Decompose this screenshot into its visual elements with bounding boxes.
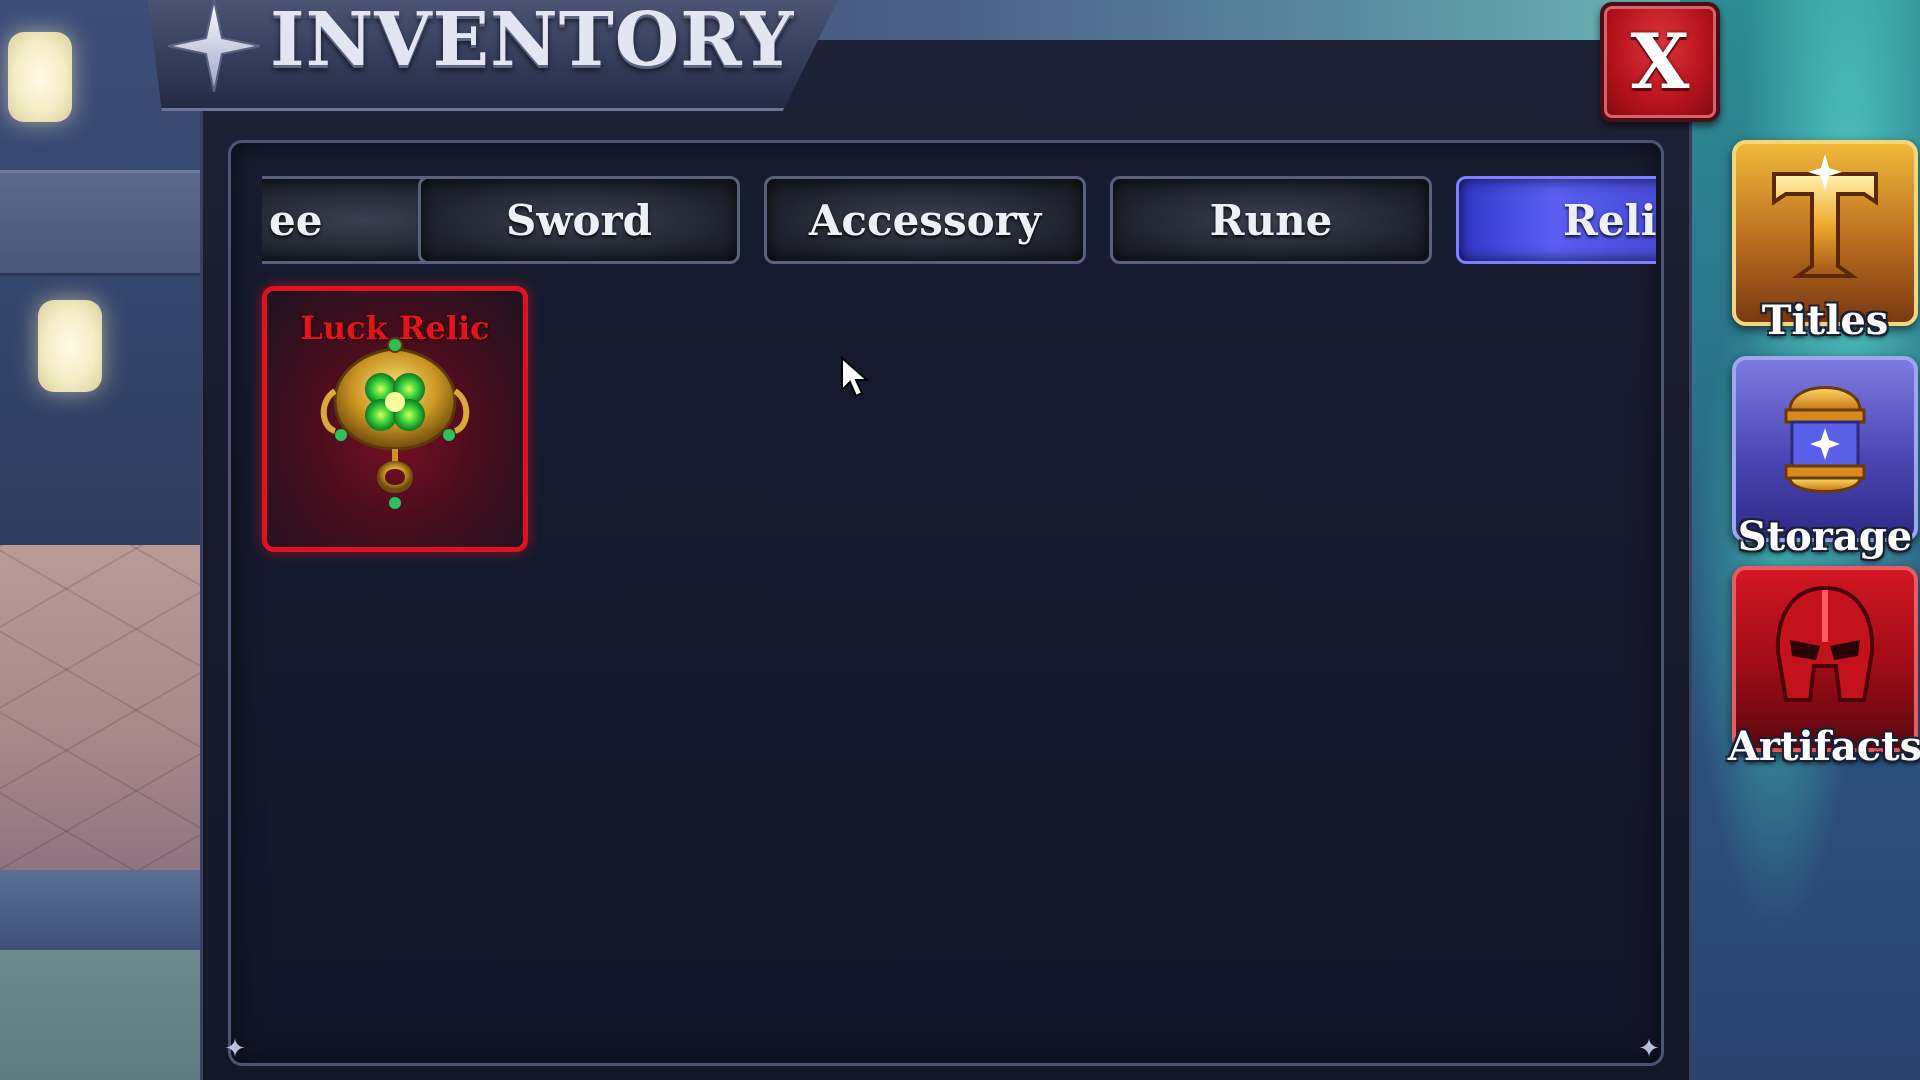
side-label: Storage xyxy=(1737,513,1913,560)
corner-ornament-icon: ✦ xyxy=(224,1034,246,1064)
artifacts-button[interactable]: Artifacts xyxy=(1728,566,1920,770)
close-icon: X xyxy=(1630,17,1690,106)
wall-lamp xyxy=(38,300,102,392)
mouse-cursor-icon xyxy=(841,356,870,398)
page-title: INVENTORY xyxy=(270,0,795,83)
item-name: Luck Relic xyxy=(300,309,490,347)
corner-ornament-icon: ✦ xyxy=(1638,1034,1660,1064)
side-label: Titles xyxy=(1761,297,1889,344)
title-letter-t-icon xyxy=(1772,154,1878,278)
titles-button[interactable]: Titles xyxy=(1732,140,1918,344)
tiled-floor xyxy=(0,545,230,875)
four-point-star-icon xyxy=(168,0,260,92)
storage-capsule-icon xyxy=(1784,386,1866,493)
ground xyxy=(0,950,230,1080)
helmet-icon xyxy=(1775,585,1875,702)
tab-accessory[interactable]: Accessory xyxy=(764,176,1086,264)
tab-label: Rune xyxy=(1209,195,1333,245)
inventory-item-slot[interactable]: Luck Relic xyxy=(262,286,528,552)
wall-ledge xyxy=(0,170,230,276)
tab-label: Relic xyxy=(1563,195,1656,245)
tab-label: ee xyxy=(269,195,323,245)
clover-amulet-icon xyxy=(320,337,470,509)
tab-sword[interactable]: Sword xyxy=(418,176,740,264)
floor-edge xyxy=(0,870,230,950)
tab-label: Accessory xyxy=(808,195,1042,245)
storage-button[interactable]: Storage xyxy=(1732,356,1918,560)
tab-relic[interactable]: Relic xyxy=(1456,176,1656,264)
close-button[interactable]: X xyxy=(1600,2,1720,122)
tab-rune[interactable]: Rune xyxy=(1110,176,1432,264)
inventory-content-frame xyxy=(228,140,1664,1066)
wall-lamp xyxy=(8,32,72,122)
category-tabs: ee Sword Accessory Rune Relic xyxy=(262,172,1656,268)
side-label: Artifacts xyxy=(1727,723,1920,770)
tab-label: Sword xyxy=(506,195,652,245)
